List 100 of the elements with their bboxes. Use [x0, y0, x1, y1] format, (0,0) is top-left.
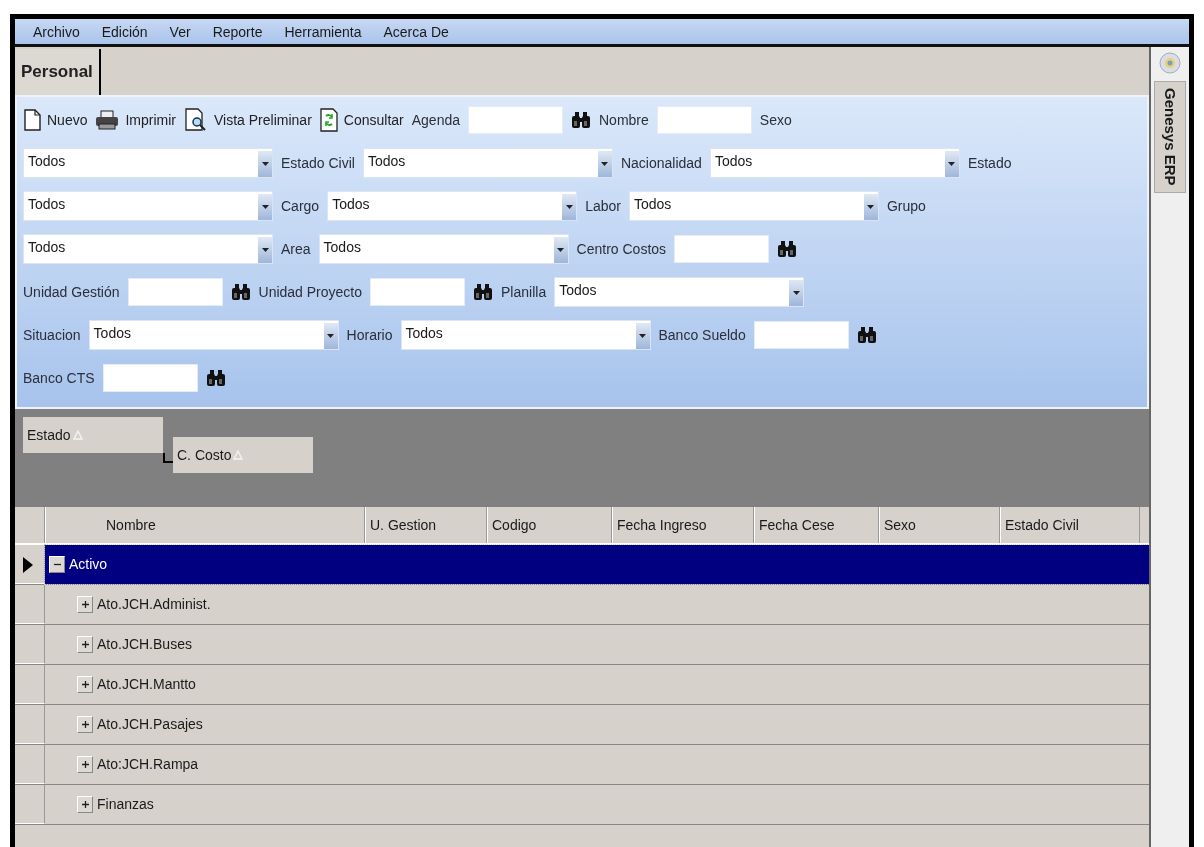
tab[interactable]: Personal: [15, 49, 101, 95]
search-icon[interactable]: [205, 369, 226, 387]
document-refresh-icon: [319, 108, 338, 132]
page-icon: [23, 109, 41, 131]
caret-icon: [557, 248, 565, 252]
row-label: Ato.JCH.Pasajes: [97, 715, 203, 734]
toolbar-button[interactable]: Imprimir: [95, 109, 176, 131]
search-icon[interactable]: [473, 283, 494, 301]
plus-icon: [80, 760, 90, 769]
field-label: Unidad Proyecto: [258, 282, 363, 302]
field-label: Sexo: [759, 110, 792, 130]
dropdown[interactable]: Todos: [23, 191, 273, 221]
field-label: Banco Sueldo: [658, 325, 746, 345]
dropdown[interactable]: Todos: [23, 148, 273, 178]
tree-row[interactable]: Ato.JCH.Administ.: [73, 585, 1149, 624]
expand-icon[interactable]: [77, 796, 93, 813]
expand-icon[interactable]: [77, 636, 93, 653]
row-label: Ato:JCH.Rampa: [97, 755, 199, 774]
plus-icon: [80, 640, 90, 649]
input-field[interactable]: [656, 106, 752, 134]
preview-icon: [184, 108, 208, 132]
field-label: Horario: [346, 325, 393, 345]
dropdown[interactable]: Todos: [362, 148, 613, 178]
plus-icon: [80, 800, 90, 809]
menu-item[interactable]: Herramienta: [284, 24, 362, 39]
expand-icon[interactable]: [77, 756, 93, 773]
input-field[interactable]: [753, 321, 849, 349]
caret-icon: [327, 334, 335, 338]
column-header[interactable]: Codigo: [487, 507, 612, 543]
input-field[interactable]: [370, 278, 466, 306]
expand-icon[interactable]: [77, 676, 93, 693]
group-by-chip[interactable]: Estado: [23, 417, 163, 453]
sidebar-tab[interactable]: Genesys ERP: [1153, 81, 1187, 193]
search-icon[interactable]: [571, 111, 591, 129]
search-icon[interactable]: [230, 283, 251, 301]
dropdown[interactable]: Todos: [628, 191, 879, 221]
connector-line: [163, 453, 173, 463]
dropdown[interactable]: Todos: [23, 234, 273, 264]
caret-icon: [565, 205, 573, 209]
column-header[interactable]: Fecha Ingreso: [612, 507, 754, 543]
plus-icon: [80, 720, 90, 729]
field-label: Nacionalidad: [620, 153, 702, 173]
field-label: Nombre: [599, 110, 649, 130]
input-field[interactable]: [674, 235, 770, 263]
search-icon[interactable]: [777, 240, 798, 258]
input-field[interactable]: [127, 278, 223, 306]
menu-item[interactable]: Edición: [101, 24, 148, 39]
field-label: Situacion: [23, 325, 81, 345]
input-field[interactable]: [468, 106, 563, 134]
field-label: Area: [281, 239, 311, 259]
dropdown[interactable]: Todos: [327, 191, 578, 221]
caret-icon: [867, 205, 875, 209]
field-label: Estado: [967, 153, 1012, 173]
caret-icon: [639, 334, 646, 338]
field-label: Unidad Gestión: [23, 282, 120, 302]
dropdown[interactable]: Todos: [88, 320, 339, 350]
dropdown[interactable]: Todos: [318, 234, 569, 264]
tree-row[interactable]: Ato:JCH.Rampa: [73, 745, 1149, 784]
caret-icon: [261, 248, 269, 252]
field-label: Labor: [585, 196, 621, 216]
printer-icon: [95, 110, 120, 130]
row-label: Ato.JCH.Administ.: [97, 595, 211, 614]
dropdown[interactable]: Todos: [554, 277, 805, 307]
expand-icon[interactable]: [77, 716, 93, 733]
input-field[interactable]: [102, 364, 198, 392]
field-label: Planilla: [501, 282, 547, 302]
row-label: Activo: [69, 555, 108, 574]
column-header[interactable]: U. Gestion: [365, 507, 487, 543]
column-header[interactable]: Estado Civil: [1000, 507, 1140, 543]
tree-row[interactable]: Ato.JCH.Buses: [73, 625, 1149, 664]
toolbar-button[interactable]: Vista Preliminar: [184, 108, 312, 132]
field-label: Agenda: [411, 110, 460, 130]
column-header[interactable]: Nombre: [45, 507, 365, 543]
caret-icon: [792, 291, 800, 295]
expand-icon[interactable]: [77, 596, 93, 613]
dropdown[interactable]: Todos: [709, 148, 960, 178]
caret-icon: [948, 162, 956, 166]
field-label: Estado Civil: [281, 153, 355, 173]
dropdown[interactable]: Todos: [400, 320, 651, 350]
row-label: Ato.JCH.Mantto: [97, 675, 196, 694]
toolbar-button[interactable]: Nuevo: [23, 109, 88, 131]
menu-item[interactable]: Ver: [169, 24, 191, 39]
collapse-icon[interactable]: [49, 556, 65, 573]
menu-item[interactable]: Archivo: [33, 24, 80, 39]
tree-row[interactable]: Finanzas: [73, 785, 1149, 824]
column-header[interactable]: Fecha Cese: [754, 507, 879, 543]
caret-icon: [601, 162, 609, 166]
tree-row[interactable]: Activo: [45, 545, 1149, 584]
field-label: Grupo: [886, 196, 926, 216]
column-header[interactable]: Sexo: [879, 507, 1000, 543]
plus-icon: [80, 600, 90, 609]
tree-row[interactable]: Ato.JCH.Pasajes: [73, 705, 1149, 744]
menu-item[interactable]: Reporte: [212, 24, 263, 39]
row-label: Ato.JCH.Buses: [97, 635, 192, 654]
tree-row[interactable]: Ato.JCH.Mantto: [73, 665, 1149, 704]
menu-item[interactable]: Acerca De: [383, 24, 449, 39]
toolbar-button[interactable]: Consultar: [319, 108, 404, 132]
search-icon[interactable]: [856, 326, 877, 344]
group-by-chip[interactable]: C. Costo: [173, 437, 313, 473]
caret-icon: [261, 205, 269, 209]
